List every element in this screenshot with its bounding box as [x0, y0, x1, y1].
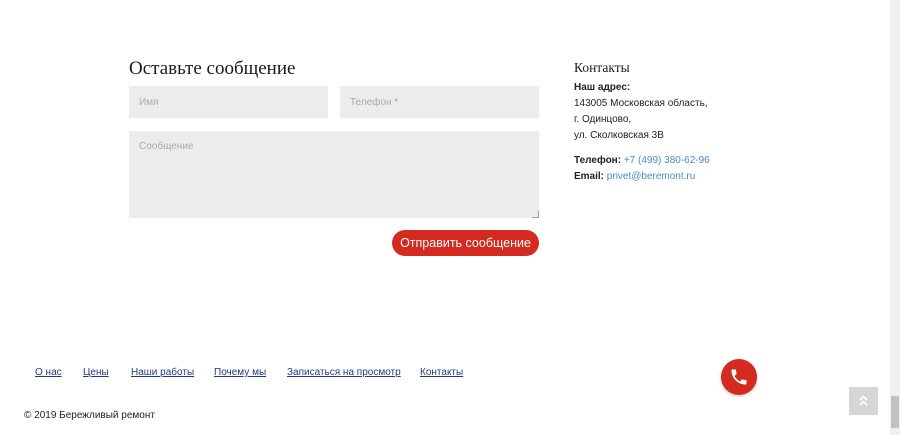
- footer-link-contacts[interactable]: Контакты: [420, 367, 463, 378]
- email-row: Email: privet@beremont.ru: [574, 171, 695, 182]
- resize-grip-icon[interactable]: [532, 211, 539, 218]
- phone-label: Телефон:: [574, 155, 622, 166]
- form-title: Оставьте сообщение: [129, 58, 296, 79]
- page-scrollbar[interactable]: [890, 0, 900, 435]
- send-message-button[interactable]: Отправить сообщение: [392, 230, 539, 256]
- address-line: г. Одинцово,: [574, 114, 632, 125]
- footer-link-works[interactable]: Наши работы: [131, 367, 194, 378]
- footer-link-why-us[interactable]: Почему мы: [214, 367, 266, 378]
- email-link[interactable]: privet@beremont.ru: [607, 171, 696, 182]
- phone-link[interactable]: +7 (499) 380-62-96: [624, 155, 710, 166]
- copyright: © 2019 Бережливый ремонт: [24, 410, 155, 421]
- footer-link-signup[interactable]: Записаться на просмотр: [287, 367, 401, 378]
- scroll-top-button[interactable]: [849, 387, 878, 415]
- address-line: ул. Сколковская 3В: [574, 130, 664, 141]
- address-label: Наш адрес:: [574, 82, 631, 93]
- phone-icon: [731, 369, 747, 385]
- double-chevron-up-icon: [859, 395, 868, 406]
- call-button[interactable]: [721, 359, 757, 395]
- message-field[interactable]: [129, 131, 539, 218]
- contacts-title: Контакты: [574, 60, 630, 75]
- footer-link-about[interactable]: О нас: [35, 367, 62, 378]
- email-label: Email:: [574, 171, 605, 182]
- footer-link-prices[interactable]: Цены: [83, 367, 109, 378]
- page: Оставьте сообщение Отправить сообщение К…: [0, 0, 890, 435]
- address-line: 143005 Московская область,: [574, 98, 708, 109]
- scrollbar-thumb[interactable]: [891, 396, 899, 428]
- phone-field[interactable]: [340, 86, 539, 118]
- phone-row: Телефон: +7 (499) 380-62-96: [574, 155, 710, 166]
- name-field[interactable]: [129, 86, 328, 118]
